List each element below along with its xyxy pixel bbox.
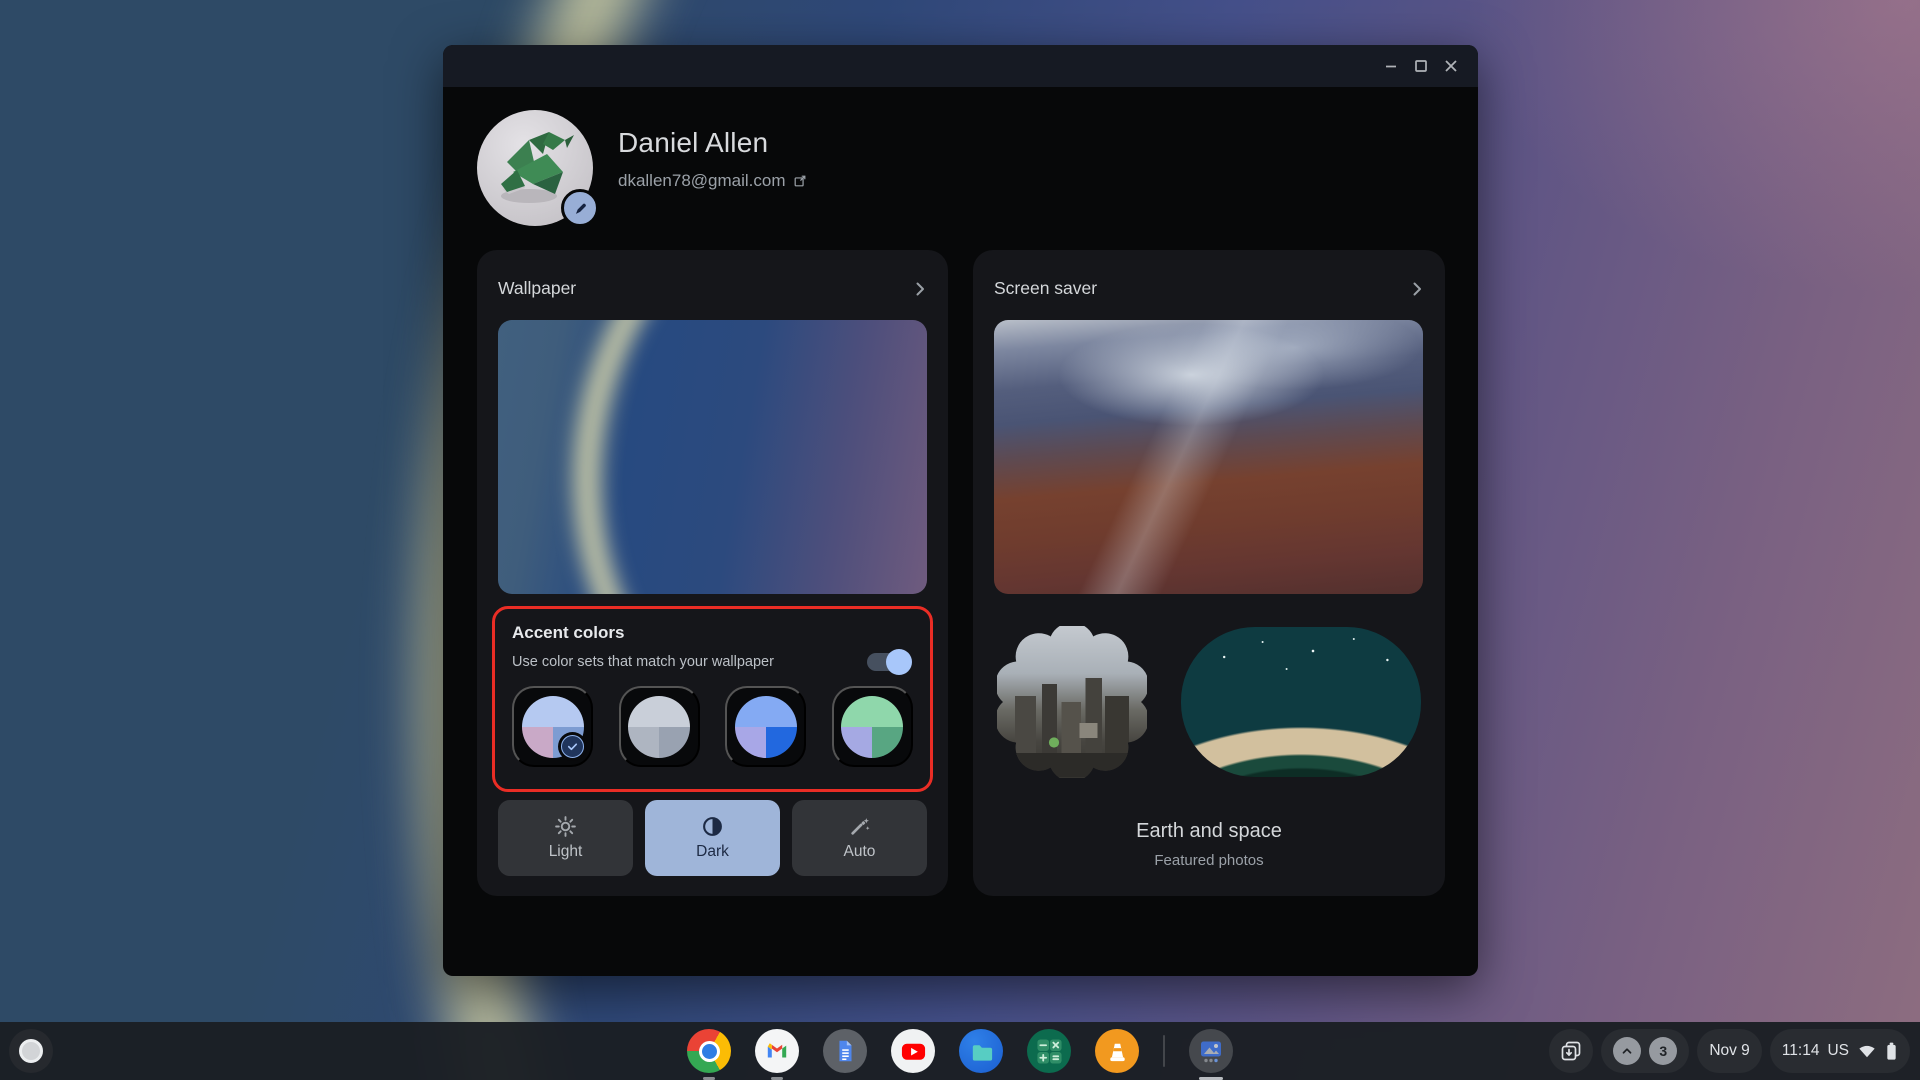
- profile-email-text: dkallen78@gmail.com: [618, 171, 786, 190]
- chrome-app-icon[interactable]: [687, 1029, 731, 1080]
- theme-light-button[interactable]: Light: [498, 800, 633, 876]
- color-swatch-4[interactable]: [831, 686, 913, 767]
- theme-dark-button[interactable]: Dark: [645, 800, 780, 876]
- wallpaper-preview[interactable]: [498, 320, 927, 594]
- launcher-button[interactable]: [9, 1029, 53, 1073]
- theme-auto-button[interactable]: Auto: [792, 800, 927, 876]
- accent-colors-title: Accent colors: [512, 623, 625, 642]
- chevron-right-icon: [916, 282, 924, 295]
- screensaver-album-subtitle: Featured photos: [1154, 852, 1264, 869]
- expand-tray-circle: [1613, 1037, 1642, 1065]
- gallery-icon: [1201, 1041, 1221, 1063]
- minimize-icon: [1386, 65, 1396, 68]
- minimize-button[interactable]: [1376, 51, 1406, 81]
- gmail-icon: [767, 1043, 787, 1058]
- launcher-icon: [19, 1039, 43, 1063]
- wallpaper-preview-ring: [573, 320, 927, 594]
- screensaver-album-title: Earth and space: [1136, 820, 1282, 842]
- shelf-apps: [687, 1022, 1233, 1080]
- calculator-icon: [1036, 1038, 1062, 1064]
- color-swatch-circle: [628, 695, 691, 758]
- status-area: 3 Nov 9 11:14 US: [1549, 1029, 1910, 1073]
- screensaver-card: Screen saver Earth and space Featured ph…: [973, 250, 1445, 896]
- chevron-right-icon: [1413, 282, 1421, 295]
- pencil-icon: [575, 203, 586, 214]
- keyboard-layout-label: US: [1827, 1042, 1849, 1059]
- notification-count-badge: 3: [1649, 1037, 1678, 1065]
- screen-capture-tray-button[interactable]: [1549, 1029, 1594, 1073]
- screen: Daniel Allen dkallen78@gmail.com Wallpap…: [0, 0, 1920, 1080]
- personalization-window: Daniel Allen dkallen78@gmail.com Wallpap…: [443, 45, 1478, 976]
- wallpaper-card-header[interactable]: Wallpaper: [498, 278, 930, 299]
- wifi-icon: [1859, 1045, 1875, 1058]
- theme-auto-label: Auto: [843, 843, 876, 860]
- youtube-app-icon[interactable]: [891, 1029, 935, 1073]
- window-titlebar[interactable]: [443, 45, 1478, 87]
- close-icon: [1445, 60, 1457, 72]
- screensaver-thumbs: [994, 622, 1423, 782]
- notification-pill[interactable]: 3: [1601, 1029, 1690, 1073]
- date-label: Nov 9: [1709, 1042, 1750, 1059]
- color-swatch-3[interactable]: [725, 686, 807, 767]
- screensaver-card-title: Screen saver: [994, 278, 1098, 298]
- gallery-app-icon[interactable]: [1189, 1029, 1233, 1080]
- screensaver-thumb-city[interactable]: [996, 626, 1147, 778]
- docs-app-icon[interactable]: [823, 1029, 867, 1073]
- profile-email: dkallen78@gmail.com: [618, 171, 807, 191]
- selected-check-icon: [561, 735, 584, 758]
- theme-dark-label: Dark: [696, 843, 729, 860]
- battery-icon: [1887, 1042, 1896, 1060]
- cards-row: Wallpaper Accent colors Use color sets t…: [477, 250, 1445, 896]
- vlc-app-icon[interactable]: [1095, 1029, 1139, 1073]
- light-mode-icon: [555, 816, 576, 837]
- date-pill[interactable]: Nov 9: [1697, 1029, 1762, 1073]
- youtube-icon: [901, 1043, 925, 1060]
- shelf: 3 Nov 9 11:14 US: [0, 1022, 1920, 1080]
- window-body: Daniel Allen dkallen78@gmail.com Wallpap…: [443, 87, 1478, 976]
- docs-icon: [839, 1040, 852, 1062]
- wallpaper-card-title: Wallpaper: [498, 278, 577, 298]
- screensaver-preview[interactable]: [994, 320, 1423, 594]
- theme-mode-row: Light Dark Auto: [498, 800, 927, 876]
- gmail-app-icon[interactable]: [755, 1029, 799, 1080]
- toggle-knob: [886, 649, 912, 675]
- color-swatch-2[interactable]: [618, 686, 700, 767]
- files-app-icon[interactable]: [959, 1029, 1003, 1073]
- maximize-icon: [1415, 60, 1427, 72]
- close-button[interactable]: [1436, 51, 1466, 81]
- match-wallpaper-toggle[interactable]: [867, 649, 912, 675]
- auto-mode-icon: [851, 818, 870, 835]
- maximize-button[interactable]: [1406, 51, 1436, 81]
- color-swatch-row: [512, 686, 913, 767]
- vlc-cone-icon: [1109, 1043, 1125, 1061]
- time-label: 11:14: [1781, 1042, 1820, 1059]
- profile-name: Daniel Allen: [618, 127, 769, 158]
- wallpaper-card: Wallpaper Accent colors Use color sets t…: [477, 250, 948, 896]
- theme-light-label: Light: [548, 843, 583, 860]
- screensaver-thumb-space[interactable]: [1180, 627, 1421, 777]
- dark-mode-icon: [703, 817, 722, 836]
- accent-colors-subtitle: Use color sets that match your wallpaper: [512, 654, 774, 670]
- accent-colors-section: Accent colors Use color sets that match …: [492, 606, 933, 792]
- screensaver-card-header[interactable]: Screen saver: [994, 278, 1427, 299]
- shelf-separator: [1163, 1035, 1165, 1067]
- color-swatch-1[interactable]: [512, 686, 593, 767]
- color-swatch-circle: [841, 695, 904, 758]
- avatar-edit-button[interactable]: [561, 189, 599, 227]
- calculator-app-icon[interactable]: [1027, 1029, 1071, 1073]
- files-folder-icon: [972, 1044, 992, 1061]
- system-tray-pill[interactable]: 11:14 US: [1769, 1029, 1910, 1073]
- caret-up-icon: [1622, 1048, 1632, 1054]
- external-link-icon[interactable]: [793, 174, 807, 188]
- color-swatch-circle: [734, 695, 797, 758]
- screen-capture-icon: [1561, 1041, 1581, 1061]
